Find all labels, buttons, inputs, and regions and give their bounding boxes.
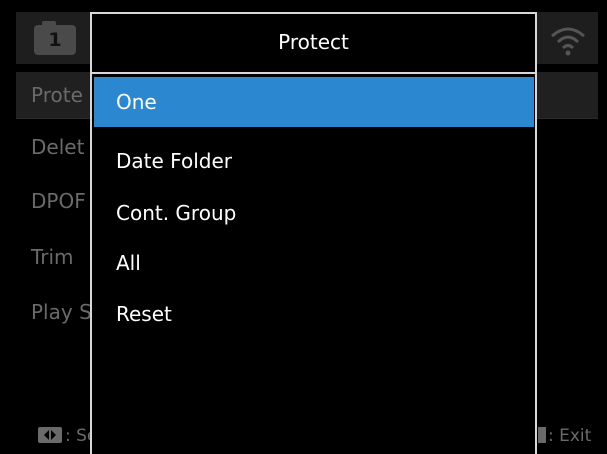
option-date-folder[interactable]: Date Folder xyxy=(94,136,534,186)
dialog-title: Protect xyxy=(278,30,349,54)
wifi-icon xyxy=(551,27,585,56)
dpad-icon xyxy=(38,427,62,443)
playback-tab-icon[interactable]: 1 xyxy=(34,21,76,55)
option-cont-group[interactable]: Cont. Group xyxy=(94,188,534,238)
footer-select-hint: : Se xyxy=(38,426,97,446)
dialog-title-divider xyxy=(92,72,535,74)
protect-dialog: Protect One Date Folder Cont. Group All … xyxy=(90,12,537,454)
tab-number: 1 xyxy=(48,29,62,51)
footer-right-label: : Exit xyxy=(548,426,592,446)
camera-screen: 1 Prote Delet DPOF Trim Play S : Se : Ex… xyxy=(0,0,607,454)
option-one[interactable]: One xyxy=(94,77,534,127)
option-all[interactable]: All xyxy=(94,238,534,288)
menu-key-icon xyxy=(538,427,546,443)
option-reset[interactable]: Reset xyxy=(94,289,534,339)
footer-exit-hint: : Exit xyxy=(538,426,591,446)
